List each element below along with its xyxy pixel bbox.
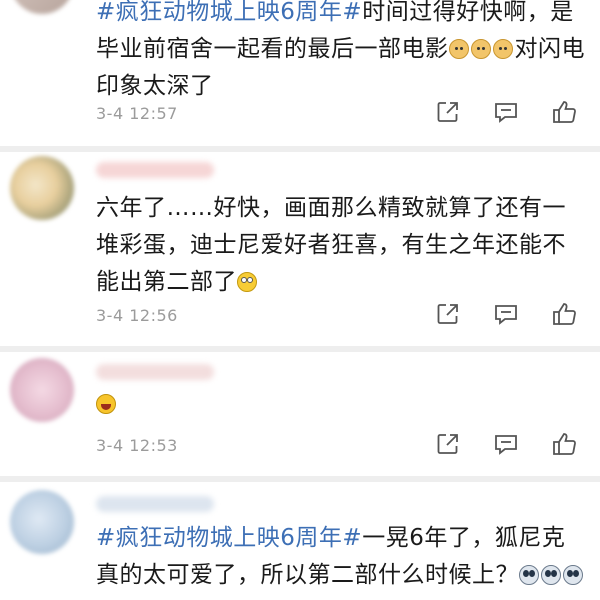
comment-time: 3-4 12:57	[96, 104, 178, 123]
laughing-face-emoji-icon	[96, 394, 116, 414]
like-icon[interactable]	[550, 98, 578, 126]
hashtag-link[interactable]: #疯狂动物城上映6周年#	[96, 525, 362, 551]
comment-card: 3-4 12:53	[0, 352, 600, 476]
username[interactable]	[96, 364, 214, 380]
share-icon[interactable]	[434, 98, 462, 126]
username[interactable]	[96, 496, 214, 512]
share-icon[interactable]	[434, 430, 462, 458]
like-icon[interactable]	[550, 430, 578, 458]
avatar[interactable]	[10, 156, 74, 220]
comment-text: #疯狂动物城上映6周年#一晃6年了，狐尼克真的太可爱了，所以第二部什么时候上？	[96, 520, 588, 594]
comment-time: 3-4 12:53	[96, 436, 178, 455]
eye-roll-face-emoji-icon	[237, 272, 257, 292]
shocked-face-emoji-icon	[519, 565, 539, 585]
avatar[interactable]	[10, 358, 74, 422]
comment-time: 3-4 12:56	[96, 306, 178, 325]
shocked-face-emoji-icon	[541, 565, 561, 585]
dog-face-emoji-icon	[448, 39, 469, 59]
dog-face-emoji-icon	[492, 39, 513, 59]
comment-text-segment: 六年了……好快，画面那么精致就算了还有一堆彩蛋，迪士尼爱好者狂喜，有生之年还能不…	[96, 195, 566, 295]
comment-text	[96, 386, 588, 423]
comment-text: #疯狂动物城上映6周年#时间过得好快啊，是毕业前宿舍一起看的最后一部电影 对闪电印…	[96, 0, 588, 105]
dog-face-emoji-icon	[470, 39, 491, 59]
comment-card: 六年了……好快，画面那么精致就算了还有一堆彩蛋，迪士尼爱好者狂喜，有生之年还能不…	[0, 152, 600, 346]
share-icon[interactable]	[434, 300, 462, 328]
comment-card: #疯狂动物城上映6周年#时间过得好快啊，是毕业前宿舍一起看的最后一部电影 对闪电印…	[0, 0, 600, 146]
comment-icon[interactable]	[492, 300, 520, 328]
username[interactable]	[96, 162, 214, 178]
comment-feed: #疯狂动物城上映6周年#时间过得好快啊，是毕业前宿舍一起看的最后一部电影 对闪电印…	[0, 0, 600, 600]
comment-icon[interactable]	[492, 98, 520, 126]
comment-card: #疯狂动物城上映6周年#一晃6年了，狐尼克真的太可爱了，所以第二部什么时候上？	[0, 482, 600, 600]
hashtag-link[interactable]: #疯狂动物城上映6周年#	[96, 0, 362, 25]
like-icon[interactable]	[550, 300, 578, 328]
avatar[interactable]	[10, 0, 74, 14]
avatar[interactable]	[10, 490, 74, 554]
comment-icon[interactable]	[492, 430, 520, 458]
comment-text: 六年了……好快，画面那么精致就算了还有一堆彩蛋，迪士尼爱好者狂喜，有生之年还能不…	[96, 190, 588, 301]
shocked-face-emoji-icon	[563, 565, 583, 585]
